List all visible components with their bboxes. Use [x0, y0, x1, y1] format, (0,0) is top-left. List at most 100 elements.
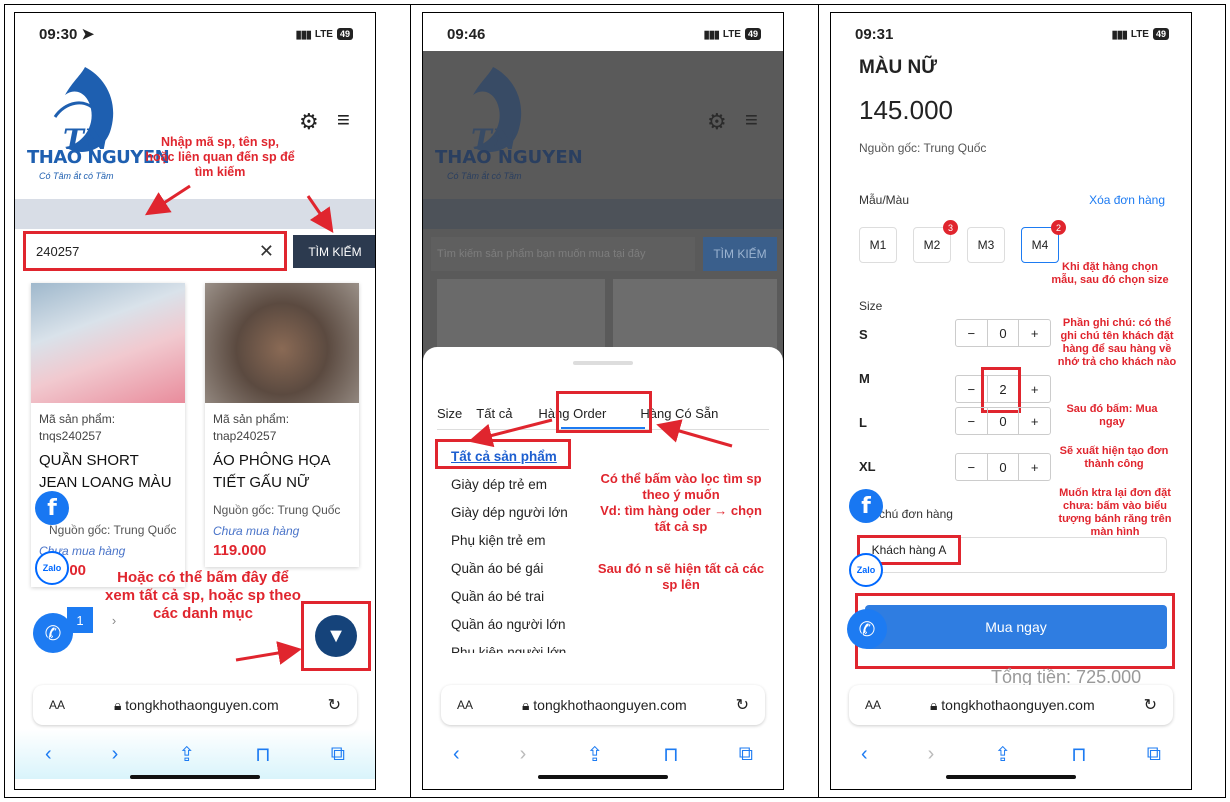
text-size-button[interactable]: AA — [49, 698, 65, 712]
decrement-button[interactable]: − — [956, 320, 988, 346]
share-icon[interactable]: ⇪ — [586, 742, 603, 767]
back-icon[interactable]: ‹ — [45, 743, 52, 766]
tab-in-stock[interactable]: Hàng Có Sẵn — [640, 406, 718, 421]
back-icon[interactable]: ‹ — [453, 743, 460, 766]
dimmed-overlay[interactable]: TN THAO NGUYEN Có Tâm ắt có Tầm ⚙ ≡ Tìm … — [423, 51, 783, 391]
search-input[interactable]: Tìm kiếm sản phẩm bạn muốn mua tại đây — [431, 237, 695, 271]
size-row-label: M — [859, 371, 870, 386]
product-title: MÀU NỮ — [859, 57, 938, 78]
model-chip-m4[interactable]: M4 2 — [1021, 220, 1066, 263]
location-icon: ➤ — [81, 26, 95, 43]
product-card[interactable]: Mã sản phẩm: tnqs240257 QUẦN SHORT JEAN … — [31, 283, 185, 587]
quantity-value[interactable]: 0 — [988, 454, 1020, 480]
model-chip-m3[interactable]: M3 — [967, 227, 1005, 263]
reload-icon[interactable]: ↻ — [736, 695, 749, 715]
status-time: 09:30 — [39, 26, 78, 43]
zalo-icon[interactable]: Zalo — [35, 551, 69, 585]
lock-icon: 🔒︎ — [521, 696, 530, 713]
tabs-icon[interactable]: ⧉ — [1147, 743, 1161, 766]
category-item[interactable]: Giày dép trẻ em — [451, 471, 568, 499]
back-icon[interactable]: ‹ — [861, 743, 868, 766]
product-origin: Nguồn gốc: Trung Quốc — [213, 503, 341, 517]
sheet-handle[interactable] — [573, 361, 633, 365]
search-input[interactable]: 240257 ✕ — [23, 231, 287, 271]
category-item[interactable]: Quần áo người lớn — [451, 611, 568, 639]
text-size-button[interactable]: AA — [457, 698, 473, 712]
phone-call-icon[interactable]: ✆ — [847, 609, 887, 649]
bookmarks-icon[interactable]: ⊓ — [663, 742, 679, 767]
decrement-button[interactable]: − — [956, 408, 988, 434]
product-name[interactable]: QUẦN SHORT JEAN LOANG MÀU — [39, 450, 177, 494]
tab-size[interactable]: Size — [437, 406, 462, 421]
gear-icon[interactable]: ⚙ — [707, 109, 727, 135]
increment-button[interactable]: + — [1019, 454, 1050, 480]
tab-all[interactable]: Tất cả — [476, 406, 512, 421]
gear-icon[interactable]: ⚙ — [299, 109, 319, 135]
facebook-icon[interactable]: f — [849, 489, 883, 523]
status-bar: 09:31 ▮▮▮ LTE 49 — [831, 13, 1191, 55]
clear-icon[interactable]: ✕ — [259, 241, 274, 262]
zalo-icon[interactable]: Zalo — [849, 553, 883, 587]
product-name[interactable]: ÁO PHÔNG HỌA TIẾT GẤU NỮ — [213, 450, 351, 494]
category-item-all[interactable]: Tất cả sản phẩm — [451, 443, 568, 471]
forward-icon[interactable]: › — [112, 743, 119, 766]
model-chip-m1[interactable]: M1 — [859, 227, 897, 263]
annotation-filter-3: Sau đó n sẽ hiện tất cả các sp lên — [597, 561, 765, 592]
browser-address-bar[interactable]: AA 🔒︎ tongkhothaonguyen.com ↻ — [33, 685, 357, 725]
reload-icon[interactable]: ↻ — [328, 695, 341, 715]
category-item[interactable]: Giày dép người lớn — [451, 499, 568, 527]
annotation-filter-1: Có thể bấm vào lọc tìm sp theo ý muốn — [600, 471, 762, 502]
bookmarks-icon[interactable]: ⊓ — [1071, 742, 1087, 767]
quantity-stepper: −0 + — [955, 319, 1051, 347]
clear-order-link[interactable]: Xóa đơn hàng — [1089, 193, 1165, 207]
reload-icon[interactable]: ↻ — [1144, 695, 1157, 715]
model-label-text: M4 — [1031, 238, 1049, 252]
browser-address-bar[interactable]: AA 🔒︎ tongkhothaonguyen.com ↻ — [849, 685, 1173, 725]
model-label-text: M1 — [869, 238, 887, 252]
quantity-value[interactable]: 0 — [988, 320, 1020, 346]
tabs-icon[interactable]: ⧉ — [739, 743, 753, 766]
model-count-badge: 3 — [943, 220, 958, 235]
buy-now-button[interactable]: Mua ngay — [865, 605, 1167, 649]
annotation-success: Sẽ xuất hiện tạo đơn thành công — [1059, 445, 1169, 470]
signal-icon: ▮▮▮ — [1111, 28, 1128, 41]
decrement-button[interactable]: − — [956, 454, 988, 480]
hamburger-menu-icon[interactable]: ≡ — [745, 107, 758, 133]
filter-icon[interactable]: ▼ — [315, 615, 357, 657]
forward-icon[interactable]: › — [520, 743, 527, 766]
model-count-badge: 2 — [1051, 220, 1066, 235]
hamburger-menu-icon[interactable]: ≡ — [337, 107, 350, 133]
status-time: 09:46 — [447, 25, 486, 43]
model-chip-m2[interactable]: M2 3 — [913, 220, 958, 263]
increment-button[interactable]: + — [1019, 408, 1050, 434]
network-type: LTE — [1130, 28, 1149, 40]
browser-address-bar[interactable]: AA 🔒︎ tongkhothaonguyen.com ↻ — [441, 685, 765, 725]
signal-icon: ▮▮▮ — [295, 28, 312, 41]
quantity-stepper: −0 + — [955, 407, 1051, 435]
search-button[interactable]: TÌM KIẾM — [293, 235, 375, 268]
quantity-value[interactable]: 0 — [988, 408, 1020, 434]
table-border-bottom — [4, 797, 1226, 798]
banner-band — [15, 199, 375, 229]
text-size-button[interactable]: AA — [865, 698, 881, 712]
status-bar: 09:30 ➤ ▮▮▮ LTE 49 — [15, 13, 375, 55]
category-item[interactable]: Quần áo bé gái — [451, 555, 568, 583]
product-card[interactable]: Mã sản phẩm: tnap240257 ÁO PHÔNG HỌA TIẾ… — [205, 283, 359, 567]
share-icon[interactable]: ⇪ — [994, 742, 1011, 767]
search-button[interactable]: TÌM KIẾM — [703, 237, 777, 271]
product-image-tshirt — [205, 283, 359, 403]
category-item[interactable]: Phụ kiện trẻ em — [451, 527, 568, 555]
product-code-label: Mã sản phẩm: — [213, 412, 290, 426]
facebook-icon[interactable]: f — [35, 491, 69, 525]
pager-page-1[interactable]: 1 — [67, 607, 93, 633]
forward-icon[interactable]: › — [928, 743, 935, 766]
bookmarks-icon[interactable]: ⊓ — [255, 742, 271, 767]
increment-button[interactable]: + — [1019, 376, 1050, 402]
annotation-check-order: Muốn ktra lại đơn đặt chưa: bấm vào biểu… — [1058, 487, 1172, 538]
increment-button[interactable]: + — [1019, 320, 1050, 346]
category-item[interactable]: Phụ kiện người lớn — [451, 639, 568, 653]
category-item[interactable]: Quần áo bé trai — [451, 583, 568, 611]
share-icon[interactable]: ⇪ — [178, 742, 195, 767]
tabs-icon[interactable]: ⧉ — [331, 743, 345, 766]
table-border-top — [4, 4, 1226, 5]
